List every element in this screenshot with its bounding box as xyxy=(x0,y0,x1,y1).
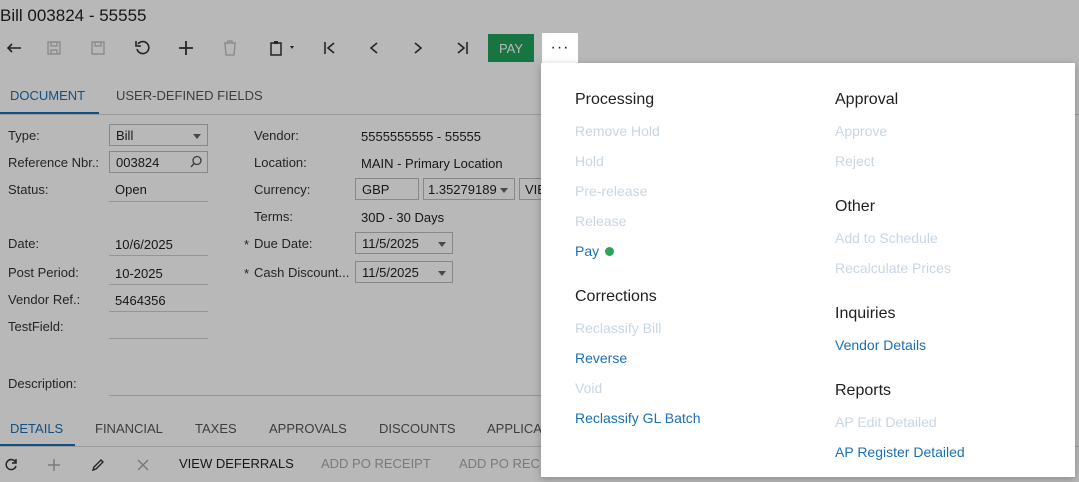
menu-section-approval: Approval xyxy=(835,91,899,108)
menu-item-pre-release[interactable]: Pre-release xyxy=(575,183,647,199)
menu-item-reverse[interactable]: Reverse xyxy=(575,350,627,366)
menu-item-ap-edit-detailed[interactable]: AP Edit Detailed xyxy=(835,414,937,430)
menu-item-remove-hold[interactable]: Remove Hold xyxy=(575,123,660,139)
status-dot-icon xyxy=(605,247,615,256)
more-actions-menu: Processing Remove Hold Hold Pre-release … xyxy=(541,63,1075,477)
menu-item-pay[interactable]: Pay xyxy=(575,243,615,259)
menu-item-reject[interactable]: Reject xyxy=(835,153,875,169)
menu-section-inquiries: Inquiries xyxy=(835,305,896,322)
menu-item-vendor-details[interactable]: Vendor Details xyxy=(835,337,926,353)
menu-section-reports: Reports xyxy=(835,382,892,399)
menu-item-release[interactable]: Release xyxy=(575,213,626,229)
menu-section-corrections: Corrections xyxy=(575,288,657,305)
menu-item-reclassify-bill[interactable]: Reclassify Bill xyxy=(575,320,661,336)
menu-item-pay-label: Pay xyxy=(575,243,600,259)
menu-item-add-to-schedule[interactable]: Add to Schedule xyxy=(835,230,938,246)
menu-section-processing: Processing xyxy=(575,91,655,108)
menu-item-ap-register-detailed[interactable]: AP Register Detailed xyxy=(835,444,965,460)
menu-item-recalculate-prices[interactable]: Recalculate Prices xyxy=(835,260,951,276)
menu-item-hold[interactable]: Hold xyxy=(575,153,604,169)
menu-item-void[interactable]: Void xyxy=(575,380,602,396)
ellipsis-icon: ··· xyxy=(550,39,570,56)
menu-item-approve[interactable]: Approve xyxy=(835,123,887,139)
menu-section-other: Other xyxy=(835,198,876,215)
more-actions-button[interactable]: ··· xyxy=(542,33,578,63)
menu-item-reclassify-gl-batch[interactable]: Reclassify GL Batch xyxy=(575,410,701,426)
